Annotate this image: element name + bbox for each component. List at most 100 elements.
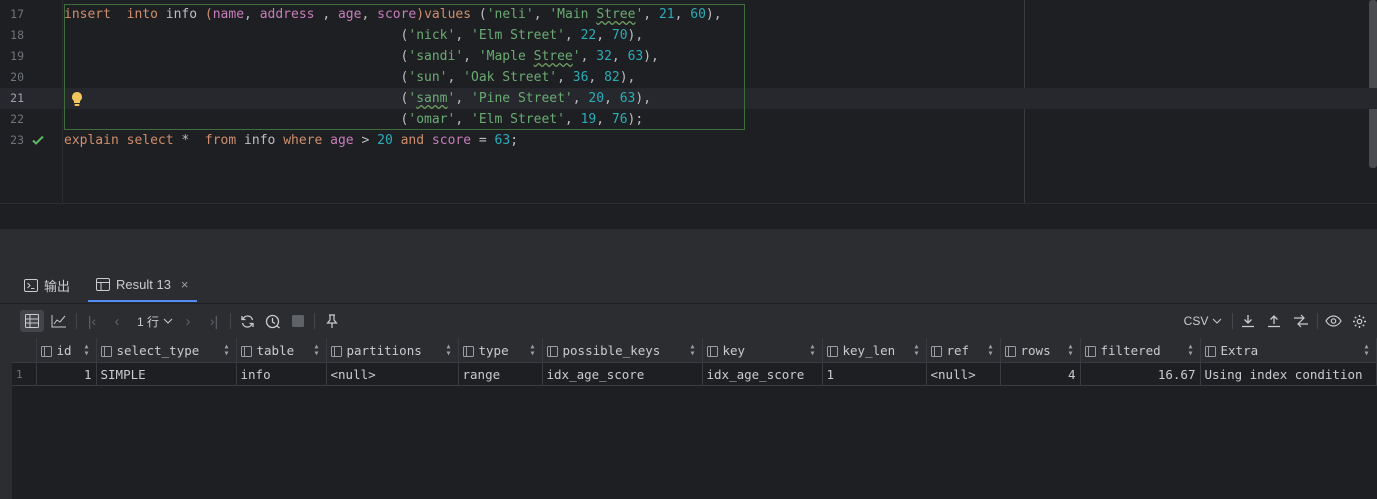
cell-partitions[interactable]: <null> [326, 362, 459, 386]
cell-select-type[interactable]: SIMPLE [96, 362, 237, 386]
settings-button[interactable] [1350, 312, 1368, 330]
code-token: 'neli' [486, 7, 534, 22]
sort-icon[interactable]: ▴ ▾ [1363, 342, 1369, 359]
code-token: ) [416, 7, 425, 22]
panel-divider[interactable] [0, 228, 1377, 269]
cell-ref[interactable]: <null> [926, 362, 1001, 386]
clock-icon [265, 314, 280, 329]
cell-extra[interactable]: Using index condition [1200, 362, 1377, 386]
first-page-button[interactable]: |‹ [84, 312, 100, 330]
code-token: info [236, 133, 284, 148]
pin-tab-button[interactable] [324, 312, 340, 330]
code-text: ('sandi', 'Maple Stree', 32, 63), [64, 46, 659, 67]
last-page-button[interactable]: ›| [206, 312, 222, 330]
code-token: , [455, 28, 471, 43]
column-header-table[interactable]: table ▴ ▾ [236, 338, 327, 363]
code-token: , [564, 28, 581, 43]
tab-output[interactable]: 输出 [24, 268, 70, 302]
code-token: , [596, 112, 612, 127]
tab-label: Result 13 [116, 276, 171, 292]
code-text: ('nick', 'Elm Street', 22, 70), [64, 25, 644, 46]
column-header-partitions[interactable]: partitions ▴ ▾ [326, 338, 459, 363]
tab-result-13[interactable]: Result 13 × [88, 268, 197, 302]
sql-editor[interactable]: 17 insert into info (name, address , age… [0, 0, 1377, 203]
sort-icon[interactable]: ▴ ▾ [83, 342, 89, 359]
column-header-rows[interactable]: rows ▴ ▾ [1000, 338, 1081, 363]
code-token: ( [64, 70, 409, 85]
code-token: insert [64, 7, 111, 22]
sort-icon[interactable]: ▴ ▾ [1187, 342, 1193, 359]
refresh-button[interactable] [238, 312, 256, 330]
code-line[interactable]: 19 ('sandi', 'Maple Stree', 32, 63), [0, 46, 1377, 67]
sort-icon[interactable]: ▴ ▾ [987, 342, 993, 359]
code-text: explain select * from info where age > 2… [64, 130, 518, 151]
column-icon [100, 345, 112, 357]
code-token: , [674, 7, 691, 22]
upload-icon [1268, 315, 1280, 328]
sort-icon[interactable]: ▴ ▾ [313, 342, 319, 359]
page-size-dropdown[interactable]: 1 行 [136, 312, 174, 330]
sort-icon[interactable]: ▴ ▾ [809, 342, 815, 359]
cell-key[interactable]: idx_age_score [702, 362, 823, 386]
column-header-select-type[interactable]: select_type ▴ ▾ [96, 338, 237, 363]
column-label: select_type [116, 342, 200, 358]
cell-key-len[interactable]: 1 [822, 362, 927, 386]
next-page-button[interactable]: › [182, 312, 194, 330]
code-line[interactable]: 22 ('omar', 'Elm Street', 19, 76); [0, 109, 1377, 130]
code-line-current[interactable]: 21 ('sanm', 'Pine Street', 20, 63), [0, 88, 1377, 109]
code-line[interactable]: 17 insert into info (name, address , age… [0, 4, 1377, 25]
cell-table[interactable]: info [236, 362, 327, 386]
sort-icon[interactable]: ▴ ▾ [223, 342, 229, 359]
column-icon [240, 345, 252, 357]
prev-page-button[interactable]: ‹ [110, 312, 124, 330]
column-label: rows [1020, 342, 1051, 358]
results-toolbar: |‹ ‹ 1 行 › ›| CSV [0, 304, 1377, 338]
cell-id[interactable]: 1 [36, 362, 97, 386]
sort-icon[interactable]: ▴ ▾ [689, 342, 695, 359]
sort-icon[interactable]: ▴ ▾ [1067, 342, 1073, 359]
table-row[interactable]: 1 1 SIMPLE info <null> range idx_age_sco… [12, 362, 1377, 386]
download-button[interactable] [1239, 312, 1257, 330]
close-icon[interactable]: × [181, 277, 189, 292]
line-number: 22 [10, 112, 24, 126]
sort-icon[interactable]: ▴ ▾ [445, 342, 451, 359]
column-header-id[interactable]: id ▴ ▾ [36, 338, 97, 363]
column-icon [1084, 345, 1096, 357]
column-header-filtered[interactable]: filtered ▴ ▾ [1080, 338, 1201, 363]
sort-icon[interactable]: ▴ ▾ [913, 342, 919, 359]
sort-icon[interactable]: ▴ ▾ [529, 342, 535, 359]
cell-rows[interactable]: 4 [1000, 362, 1081, 386]
cell-type[interactable]: range [458, 362, 543, 386]
history-button[interactable] [264, 312, 282, 330]
line-number: 21 [10, 91, 24, 105]
code-token: > [353, 133, 378, 148]
column-header-type[interactable]: type ▴ ▾ [458, 338, 543, 363]
code-line[interactable]: 23 explain select * from info where age … [0, 130, 1377, 151]
view-mode-button[interactable] [1324, 312, 1342, 330]
column-header-key[interactable]: key ▴ ▾ [702, 338, 823, 363]
compare-button[interactable] [1291, 312, 1311, 330]
column-label: partitions [346, 342, 422, 358]
code-token: into [126, 7, 158, 22]
code-token: 'Oak Street' [463, 70, 558, 85]
code-token: age [330, 133, 354, 148]
upload-button[interactable] [1265, 312, 1283, 330]
code-line[interactable]: 20 ('sun', 'Oak Street', 36, 82), [0, 67, 1377, 88]
column-icon [546, 345, 558, 357]
column-header-key-len[interactable]: key_len ▴ ▾ [822, 338, 927, 363]
cell-filtered[interactable]: 16.67 [1080, 362, 1201, 386]
code-token: 21 [658, 7, 675, 22]
column-header-ref[interactable]: ref ▴ ▾ [926, 338, 1001, 363]
table-view-button[interactable] [20, 310, 44, 332]
code-token: 20 [588, 91, 605, 106]
column-header-possible-keys[interactable]: possible_keys ▴ ▾ [542, 338, 703, 363]
column-label: id [56, 342, 72, 358]
code-token: , [604, 91, 620, 106]
column-header-Extra[interactable]: Extra ▴ ▾ [1200, 338, 1377, 363]
cell-possible-keys[interactable]: idx_age_score [542, 362, 703, 386]
code-line[interactable]: 18 ('nick', 'Elm Street', 22, 70), [0, 25, 1377, 46]
stop-button[interactable] [290, 312, 306, 330]
export-format-dropdown[interactable]: CSV [1182, 312, 1224, 330]
chart-view-button[interactable] [48, 312, 70, 330]
code-token: , [463, 49, 479, 64]
